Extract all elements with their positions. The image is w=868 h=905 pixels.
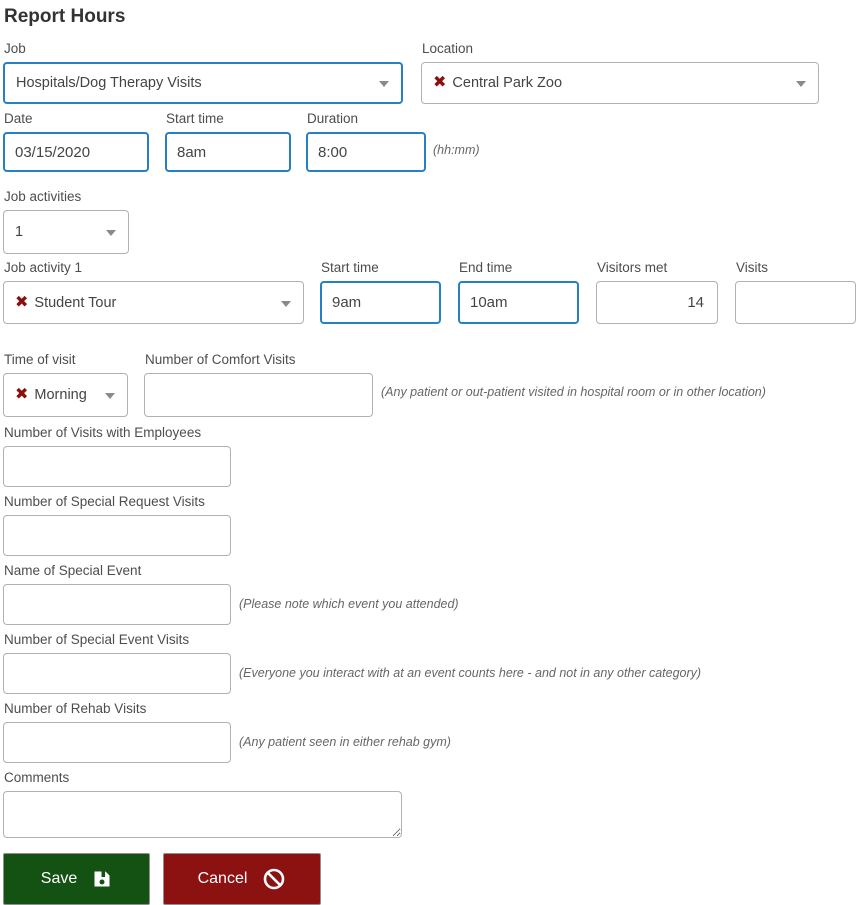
job-activities-label: Job activities [4, 189, 82, 204]
time-of-visit-label: Time of visit [4, 352, 76, 367]
comfort-visits-label: Number of Comfort Visits [145, 352, 296, 367]
field-special-request-visits: Number of Special Request Visits [3, 494, 862, 556]
chevron-down-icon [379, 81, 389, 87]
job-activity-1-select-value: Student Tour [34, 294, 117, 311]
time-of-visit-select-value: Morning [34, 387, 87, 403]
clear-selection-icon[interactable]: ✖ [433, 75, 446, 91]
clear-selection-icon[interactable]: ✖ [15, 294, 28, 311]
activity-start-time-label: Start time [321, 260, 379, 275]
comments-label: Comments [4, 770, 70, 785]
special-event-name-hint: (Please note which event you attended) [239, 597, 459, 611]
field-rehab-visits: Number of Rehab Visits (Any patient seen… [3, 701, 862, 763]
chevron-down-icon [105, 393, 115, 399]
job-activities-select-value: 1 [15, 224, 24, 240]
rehab-visits-label: Number of Rehab Visits [4, 701, 147, 716]
comfort-visits-input[interactable] [144, 373, 373, 417]
save-button-label: Save [40, 870, 78, 887]
chevron-down-icon [281, 300, 291, 307]
comments-textarea[interactable] [3, 791, 402, 838]
field-location: Location ✖ Central Park Zoo [421, 41, 819, 104]
prohibition-icon [262, 867, 286, 891]
comfort-visits-hint: (Any patient or out-patient visited in h… [381, 385, 766, 399]
field-special-event-visits: Number of Special Event Visits (Everyone… [3, 632, 862, 694]
chevron-down-icon [106, 230, 116, 236]
cancel-button[interactable]: Cancel [163, 853, 321, 905]
field-job: Job Hospitals/Dog Therapy Visits [3, 41, 403, 104]
job-activities-select[interactable]: 1 [3, 210, 129, 254]
visitors-met-label: Visitors met [597, 260, 668, 275]
visitors-met-input[interactable] [596, 281, 718, 324]
chevron-down-icon [796, 81, 806, 87]
field-special-event-name: Name of Special Event (Please note which… [3, 563, 862, 625]
special-event-visits-input[interactable] [3, 653, 231, 694]
field-activity-start-time: Start time [320, 260, 441, 324]
job-label: Job [4, 41, 26, 56]
duration-hint: (hh:mm) [433, 143, 480, 157]
duration-label: Duration [307, 111, 359, 126]
field-job-activities: Job activities 1 [3, 189, 862, 254]
location-select[interactable]: ✖ Central Park Zoo [421, 62, 819, 104]
form-actions: Save Cancel [3, 853, 862, 905]
special-event-visits-hint: (Everyone you interact with at an event … [239, 666, 702, 680]
activity-end-time-input[interactable] [458, 281, 579, 324]
visits-with-employees-label: Number of Visits with Employees [4, 425, 202, 440]
clear-selection-icon[interactable]: ✖ [15, 387, 28, 403]
visits-input[interactable] [735, 281, 856, 324]
save-icon [92, 869, 112, 889]
activity-end-time-label: End time [459, 260, 513, 275]
special-request-visits-input[interactable] [3, 515, 231, 556]
duration-input[interactable] [306, 132, 426, 172]
job-select[interactable]: Hospitals/Dog Therapy Visits [3, 62, 403, 104]
field-date: Date [3, 111, 149, 172]
start-time-input[interactable] [165, 132, 291, 172]
job-activity-1-label: Job activity 1 [4, 260, 83, 275]
page-title: Report Hours [4, 6, 126, 27]
job-select-value: Hospitals/Dog Therapy Visits [16, 75, 202, 91]
location-label: Location [422, 41, 474, 56]
field-comments: Comments [3, 770, 862, 843]
row-job-location: Job Hospitals/Dog Therapy Visits Locatio… [3, 41, 862, 104]
special-event-name-input[interactable] [3, 584, 231, 625]
job-activity-1-select[interactable]: ✖ Student Tour [3, 281, 304, 324]
start-time-label: Start time [166, 111, 224, 126]
cancel-button-label: Cancel [197, 870, 248, 887]
visits-with-employees-input[interactable] [3, 446, 231, 487]
field-job-activity-1: Job activity 1 ✖ Student Tour [3, 260, 304, 324]
time-of-visit-select[interactable]: ✖ Morning [3, 373, 128, 417]
field-activity-end-time: End time [458, 260, 579, 324]
special-event-visits-label: Number of Special Event Visits [4, 632, 190, 647]
rehab-visits-hint: (Any patient seen in either rehab gym) [239, 735, 451, 749]
date-input[interactable] [3, 132, 149, 172]
row-time-of-visit: Time of visit ✖ Morning Number of Comfor… [3, 352, 862, 417]
special-request-visits-label: Number of Special Request Visits [4, 494, 205, 509]
row-activity-detail: Job activity 1 ✖ Student Tour Start time… [3, 260, 862, 324]
field-visits-with-employees: Number of Visits with Employees [3, 425, 862, 487]
date-label: Date [4, 111, 33, 126]
special-event-name-label: Name of Special Event [4, 563, 142, 578]
visits-label: Visits [736, 260, 769, 275]
field-visitors-met: Visitors met [596, 260, 718, 324]
field-start-time: Start time [165, 111, 291, 172]
field-comfort-visits: Number of Comfort Visits [144, 352, 373, 417]
field-duration: Duration [306, 111, 426, 172]
field-visits: Visits [735, 260, 856, 324]
save-button[interactable]: Save [3, 853, 150, 905]
rehab-visits-input[interactable] [3, 722, 231, 763]
field-time-of-visit: Time of visit ✖ Morning [3, 352, 128, 417]
row-date-time: Date Start time Duration (hh:mm) [3, 111, 862, 172]
activity-start-time-input[interactable] [320, 281, 441, 324]
location-select-value: Central Park Zoo [452, 75, 563, 91]
